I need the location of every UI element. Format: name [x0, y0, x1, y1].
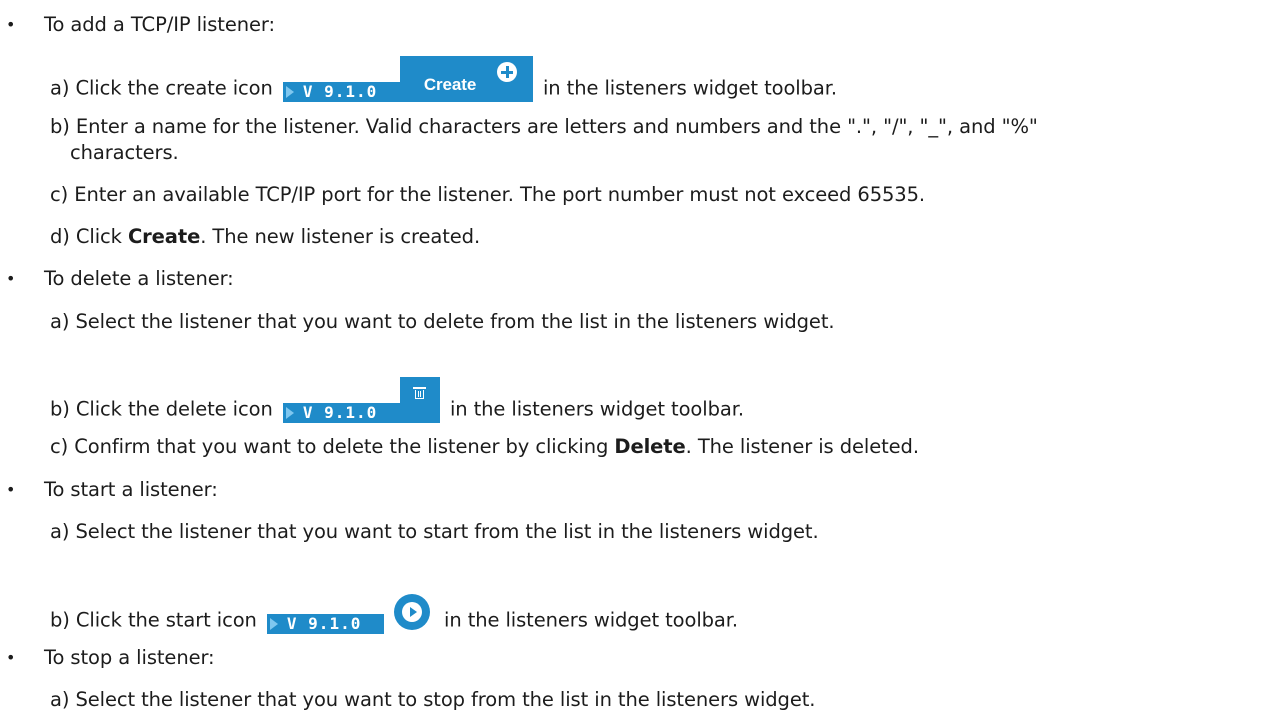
step-text: characters. [70, 141, 179, 164]
step-add-b: b) Enter a name for the listener. Valid … [50, 114, 1038, 140]
step-text: a) Select the listener that you want to … [50, 310, 835, 333]
step-delete-a: a) Select the listener that you want to … [50, 309, 835, 335]
bullet-text: To start a listener: [44, 478, 218, 501]
step-add-b-cont: characters. [70, 140, 179, 166]
create-icon-image: V 9.1.0 Create [282, 55, 533, 102]
version-badge: V 9.1.0 [282, 81, 400, 102]
bullet-dot: • [6, 15, 16, 34]
version-triangle-icon [269, 617, 278, 630]
step-text: in the listeners widget toolbar. [542, 76, 837, 100]
create-button-illustration: Create [399, 55, 533, 102]
bullet-dot: • [6, 269, 16, 288]
step-text: in the listeners widget toolbar. [449, 397, 744, 421]
bullet-stop-listener: • To stop a listener: [6, 645, 215, 671]
step-start-a: a) Select the listener that you want to … [50, 519, 819, 545]
step-delete-b: b) Click the delete icon V 9.1.0 in the … [50, 376, 744, 423]
version-text: V 9.1.0 [302, 81, 378, 101]
step-bold-text: Create [127, 225, 201, 248]
bullet-add-listener: • To add a TCP/IP listener: [6, 12, 275, 38]
step-bold-text: Delete [614, 435, 686, 458]
trash-button-illustration [399, 376, 440, 423]
step-text: . The new listener is created. [200, 225, 481, 248]
step-delete-c: c) Confirm that you want to delete the l… [50, 434, 919, 460]
bullet-text: To delete a listener: [44, 267, 234, 290]
trash-icon [412, 386, 426, 400]
bullet-start-listener: • To start a listener: [6, 477, 218, 503]
start-icon-image: V 9.1.0 [266, 588, 434, 634]
step-text: in the listeners widget toolbar. [444, 608, 739, 632]
step-text: c) Confirm that you want to delete the l… [50, 435, 615, 458]
step-text: a) Select the listener that you want to … [50, 688, 816, 711]
step-text: a) Select the listener that you want to … [50, 520, 819, 543]
bullet-delete-listener: • To delete a listener: [6, 266, 234, 292]
step-add-a: a) Click the create icon V 9.1.0 Create i… [50, 55, 837, 102]
version-triangle-icon [285, 85, 294, 98]
step-add-d: d) Click Create. The new listener is cre… [50, 224, 480, 250]
step-text: b) Enter a name for the listener. Valid … [50, 115, 1038, 138]
delete-icon-image: V 9.1.0 [282, 376, 440, 423]
bullet-text: To add a TCP/IP listener: [44, 13, 275, 36]
step-text: d) Click [50, 225, 128, 248]
step-stop-a: a) Select the listener that you want to … [50, 687, 815, 713]
step-text: c) Enter an available TCP/IP port for th… [50, 183, 926, 206]
version-badge: V 9.1.0 [282, 402, 400, 423]
plus-circle-icon [496, 61, 517, 82]
play-icon [393, 593, 430, 630]
bullet-text: To stop a listener: [44, 646, 215, 669]
document-body: • To add a TCP/IP listener: a) Click the… [0, 0, 1266, 723]
version-text: V 9.1.0 [286, 613, 362, 633]
step-text: b) Click the delete icon [50, 397, 273, 421]
step-text: . The listener is deleted. [685, 435, 919, 458]
version-text: V 9.1.0 [302, 402, 378, 422]
version-triangle-icon [285, 406, 294, 419]
step-text: a) Click the create icon [50, 76, 273, 100]
step-add-c: c) Enter an available TCP/IP port for th… [50, 182, 925, 208]
create-label: Create [423, 74, 477, 94]
start-button-illustration [393, 588, 434, 634]
step-start-b: b) Click the start icon V 9.1.0 in the l… [50, 587, 739, 634]
bullet-dot: • [6, 648, 16, 667]
version-badge: V 9.1.0 [266, 613, 384, 634]
bullet-dot: • [6, 480, 16, 499]
step-text: b) Click the start icon [50, 608, 257, 632]
